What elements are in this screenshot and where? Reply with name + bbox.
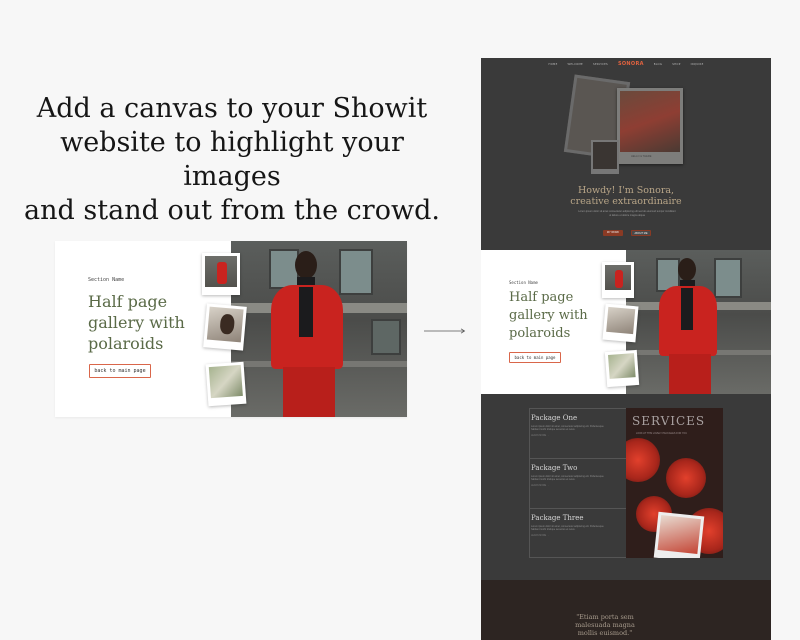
package-one-name: Package One	[531, 414, 578, 422]
nav-item-shop[interactable]: SHOP	[672, 63, 680, 66]
hero-headline: Add a canvas to your Showit website to h…	[22, 92, 442, 228]
package-three-name: Package Three	[531, 514, 584, 522]
preview-gallery-section: Section Name Half page gallery with pola…	[481, 250, 771, 394]
services-subtitle: LOOK AT THIS LOVELY PACKAGES FOR YOU	[636, 432, 687, 435]
section-example-card: Section Name Half page gallery with pola…	[55, 241, 407, 417]
polaroid-bottom	[205, 361, 247, 407]
greeting-line-1: Howdy! I'm Sonora,	[577, 185, 675, 196]
hero-intro-text: Lorem ipsum dolor sit amet consectetur a…	[578, 210, 676, 217]
nav-item-inquire[interactable]: INQUIRE	[691, 63, 704, 66]
headline-line-3: and stand out from the crowd.	[24, 195, 440, 226]
package-three[interactable]: Package Three Lorem ipsum dolor sit amet…	[531, 514, 625, 537]
package-three-desc: Lorem ipsum dolor sit amet, consectetur …	[531, 525, 604, 532]
package-divider	[530, 508, 626, 509]
package-one-desc: Lorem ipsum dolor sit amet, consectetur …	[531, 425, 604, 432]
site-nav: HOME WELCOME SERVICES SONORA BLOG SHOP I…	[481, 58, 771, 70]
greeting-line-2: creative extraordinaire	[570, 196, 682, 207]
package-divider	[530, 458, 626, 459]
preview-man-photo	[626, 250, 771, 394]
testimonial-quote: "Etiam porta sem malesuada magna mollis …	[575, 613, 635, 637]
package-three-link[interactable]: LEARN MORE →	[531, 535, 625, 537]
package-one-link[interactable]: LEARN MORE →	[531, 435, 625, 437]
package-two-link[interactable]: LEARN MORE →	[531, 485, 625, 487]
nav-item-welcome[interactable]: WELCOME	[568, 63, 583, 66]
services-panel: SERVICES LOOK AT THIS LOVELY PACKAGES FO…	[626, 408, 723, 558]
package-two-name: Package Two	[531, 464, 578, 472]
services-title: SERVICES	[632, 414, 706, 428]
headline-line-1: Add a canvas to your Showit	[36, 93, 428, 124]
nav-item-home[interactable]: HOME	[548, 63, 557, 66]
site-logo[interactable]: SONORA	[618, 61, 644, 67]
package-two-desc: Lorem ipsum dolor sit amet, consectetur …	[531, 475, 604, 482]
section-label: Section Name	[88, 277, 125, 283]
package-two[interactable]: Package Two Lorem ipsum dolor sit amet, …	[531, 464, 625, 487]
hero-collage-photo	[617, 88, 683, 164]
my-work-button[interactable]: MY WORK	[603, 230, 623, 236]
preview-polaroid-bottom	[604, 349, 640, 388]
back-to-main-button[interactable]: back to main page	[89, 364, 151, 378]
hero-polaroid-caption: HELLO & THERE	[631, 155, 652, 158]
arrow-right-icon	[424, 328, 466, 334]
polaroid-top	[202, 253, 240, 295]
hero-small-polaroid	[591, 140, 619, 174]
nav-item-blog[interactable]: BLOG	[654, 63, 662, 66]
hero-greeting: Howdy! I'm Sonora, creative extraordinai…	[481, 185, 771, 207]
man-in-red-suit-photo	[231, 241, 407, 417]
preview-polaroid-top	[602, 262, 634, 298]
polaroid-middle	[203, 303, 247, 351]
services-polaroid	[653, 511, 705, 558]
package-one[interactable]: Package One Lorem ipsum dolor sit amet, …	[531, 414, 625, 437]
nav-item-services[interactable]: SERVICES	[593, 63, 608, 66]
about-me-button[interactable]: ABOUT ME	[631, 230, 651, 236]
preview-polaroid-middle	[602, 303, 639, 343]
preview-section-label: Section Name	[509, 280, 538, 285]
website-preview: HOME WELCOME SERVICES SONORA BLOG SHOP I…	[481, 58, 771, 640]
headline-line-2: website to highlight your images	[60, 127, 404, 192]
preview-back-button[interactable]: back to main page	[509, 352, 561, 363]
